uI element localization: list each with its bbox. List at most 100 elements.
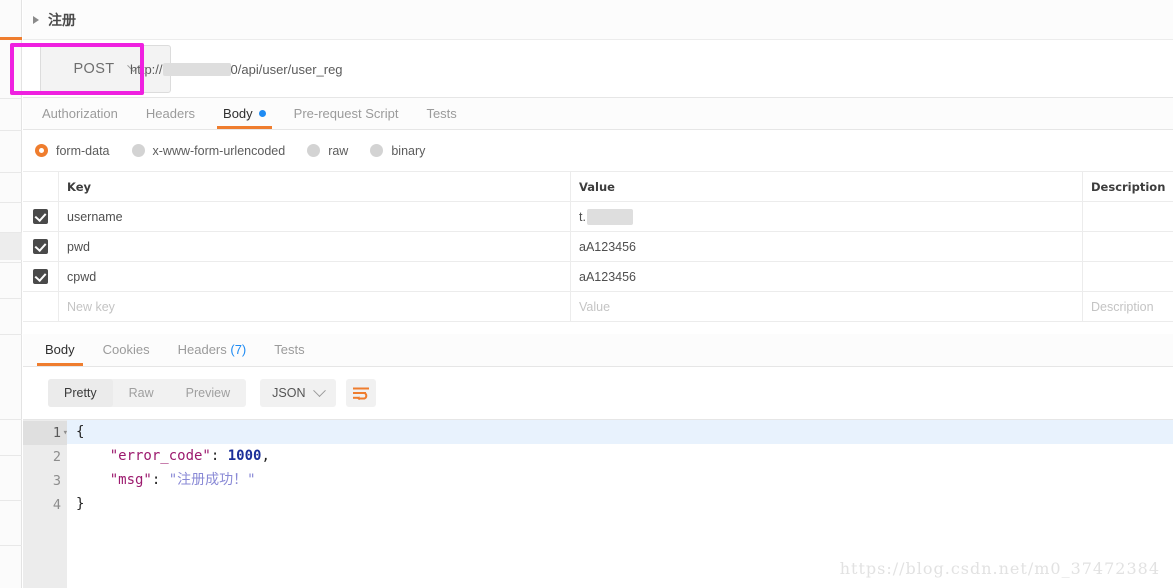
- response-tab-cookies-label: Cookies: [102, 342, 150, 357]
- radio-binary-label: binary: [391, 143, 426, 158]
- radio-raw[interactable]: raw: [307, 144, 348, 158]
- sidebar-selected-row[interactable]: [0, 232, 22, 260]
- line-number: 2: [52, 449, 61, 465]
- radio-selected-icon: [35, 144, 48, 157]
- radio-x-www-form-urlencoded[interactable]: x-www-form-urlencoded: [131, 143, 286, 158]
- new-row-checkbox-cell: [23, 291, 59, 322]
- form-data-table: Key Value Description username t. pwd aA…: [23, 171, 1173, 322]
- view-mode-raw[interactable]: Raw: [113, 379, 170, 407]
- line-number: 3: [52, 473, 61, 489]
- response-format-label: JSON: [272, 386, 306, 400]
- table-new-row: New key Value Description: [23, 291, 1173, 322]
- code-line: "msg": "注册成功！": [76, 472, 256, 488]
- response-tab-tests[interactable]: Tests: [260, 334, 318, 366]
- body-modified-dot-icon: [258, 110, 266, 117]
- response-format-selector[interactable]: JSON: [260, 379, 337, 407]
- chevron-down-icon: [313, 383, 327, 397]
- radio-form-data[interactable]: form-data: [35, 144, 110, 158]
- sidebar-sliver: [0, 0, 22, 588]
- line-number-text: 1: [52, 425, 61, 441]
- line-number: 4: [52, 497, 61, 513]
- row-value-input[interactable]: t.: [579, 210, 586, 224]
- row-key-input[interactable]: username: [67, 210, 123, 224]
- new-value-input[interactable]: Value: [579, 300, 610, 314]
- line-number-gutter: 1 ▾ 2 3 4: [23, 420, 68, 588]
- row-key-input[interactable]: cpwd: [67, 270, 96, 284]
- table-row: username t.: [23, 201, 1173, 232]
- watermark: https://blog.csdn.net/m0_37472384: [839, 559, 1160, 578]
- code-line: }: [67, 492, 1173, 516]
- word-wrap-button[interactable]: [346, 379, 377, 407]
- checkbox-checked-icon[interactable]: [33, 269, 48, 284]
- tab-authorization[interactable]: Authorization: [28, 98, 132, 129]
- tab-tests[interactable]: Tests: [412, 98, 470, 129]
- tab-pre-request-script[interactable]: Pre-request Script: [280, 98, 413, 129]
- url-input[interactable]: http:// 0/api/user/user_reg: [130, 62, 343, 77]
- response-tab-headers-label: Headers: [177, 342, 227, 357]
- row-checkbox-cell[interactable]: [23, 231, 59, 262]
- caret-right-icon: [33, 15, 39, 24]
- code-token-key: "msg": [76, 472, 152, 488]
- header-checkbox-cell: [23, 171, 59, 202]
- response-tabs: Body Cookies Headers (7) Tests: [23, 334, 1173, 367]
- row-value-input[interactable]: aA123456: [579, 270, 636, 284]
- radio-unselected-icon: [307, 144, 321, 157]
- line-number: 1 ▾: [23, 421, 68, 445]
- request-tabs: Authorization Headers Body Pre-request S…: [23, 98, 1173, 130]
- tab-headers[interactable]: Headers: [132, 98, 209, 129]
- sidebar-active-indicator: [0, 37, 22, 40]
- view-mode-segmented-control: Pretty Raw Preview: [48, 379, 247, 407]
- view-mode-preview[interactable]: Preview: [170, 379, 246, 407]
- radio-x-www-form-urlencoded-label: x-www-form-urlencoded: [152, 143, 286, 158]
- postman-window: 注册 POST http:// 0/api/user/user_reg Autho…: [0, 0, 1173, 588]
- checkbox-checked-icon[interactable]: [33, 239, 48, 254]
- code-token-key: "error_code": [76, 448, 211, 464]
- request-title: 注册: [48, 12, 76, 29]
- tab-pre-request-script-label: Pre-request Script: [293, 106, 399, 121]
- tab-tests-label: Tests: [426, 106, 457, 121]
- code-token-brace: {: [76, 424, 85, 440]
- code-token-number: 1000: [227, 448, 262, 464]
- column-header-description: Description: [1091, 179, 1166, 194]
- radio-unselected-icon: [370, 144, 384, 157]
- tab-body-label: Body: [223, 106, 253, 121]
- row-checkbox-cell[interactable]: [23, 261, 59, 292]
- table-row: pwd aA123456: [23, 231, 1173, 262]
- radio-unselected-icon: [131, 144, 145, 157]
- response-headers-count: (7): [230, 342, 247, 357]
- new-key-input[interactable]: New key: [67, 300, 115, 314]
- code-line: "error_code": 1000,: [76, 448, 270, 464]
- response-tab-headers[interactable]: Headers (7): [164, 334, 261, 366]
- tab-authorization-label: Authorization: [42, 106, 118, 121]
- tab-body[interactable]: Body: [209, 98, 280, 129]
- row-value-redacted-block: [586, 208, 633, 225]
- url-prefix: http://: [130, 62, 163, 77]
- table-row: cpwd aA123456: [23, 261, 1173, 292]
- table-header-row: Key Value Description: [23, 171, 1173, 202]
- checkbox-checked-icon[interactable]: [33, 209, 48, 224]
- http-method-label: POST: [73, 60, 115, 77]
- new-description-input[interactable]: Description: [1091, 300, 1154, 314]
- row-checkbox-cell[interactable]: [23, 201, 59, 232]
- code-line: {: [67, 420, 1173, 444]
- row-value-input[interactable]: aA123456: [579, 240, 636, 254]
- url-suffix: 0/api/user/user_reg: [230, 62, 343, 77]
- request-collapse-header[interactable]: 注册: [23, 0, 1173, 40]
- response-tab-body[interactable]: Body: [31, 334, 89, 366]
- radio-raw-label: raw: [328, 143, 349, 158]
- response-tab-body-label: Body: [45, 342, 75, 357]
- response-toolbar: Pretty Raw Preview JSON: [23, 367, 1173, 419]
- response-tab-tests-label: Tests: [274, 342, 305, 357]
- radio-binary[interactable]: binary: [370, 144, 425, 158]
- code-token-brace: }: [76, 496, 85, 512]
- response-tab-cookies[interactable]: Cookies: [89, 334, 164, 366]
- url-redacted-block: [162, 63, 231, 76]
- tab-headers-label: Headers: [145, 106, 196, 121]
- column-header-key: Key: [67, 179, 92, 194]
- column-header-value: Value: [579, 179, 615, 194]
- radio-form-data-label: form-data: [56, 143, 110, 158]
- word-wrap-icon: [353, 387, 370, 400]
- body-type-radio-group: form-data x-www-form-urlencoded raw bina…: [23, 130, 1173, 172]
- view-mode-pretty[interactable]: Pretty: [48, 379, 113, 407]
- row-key-input[interactable]: pwd: [67, 240, 90, 254]
